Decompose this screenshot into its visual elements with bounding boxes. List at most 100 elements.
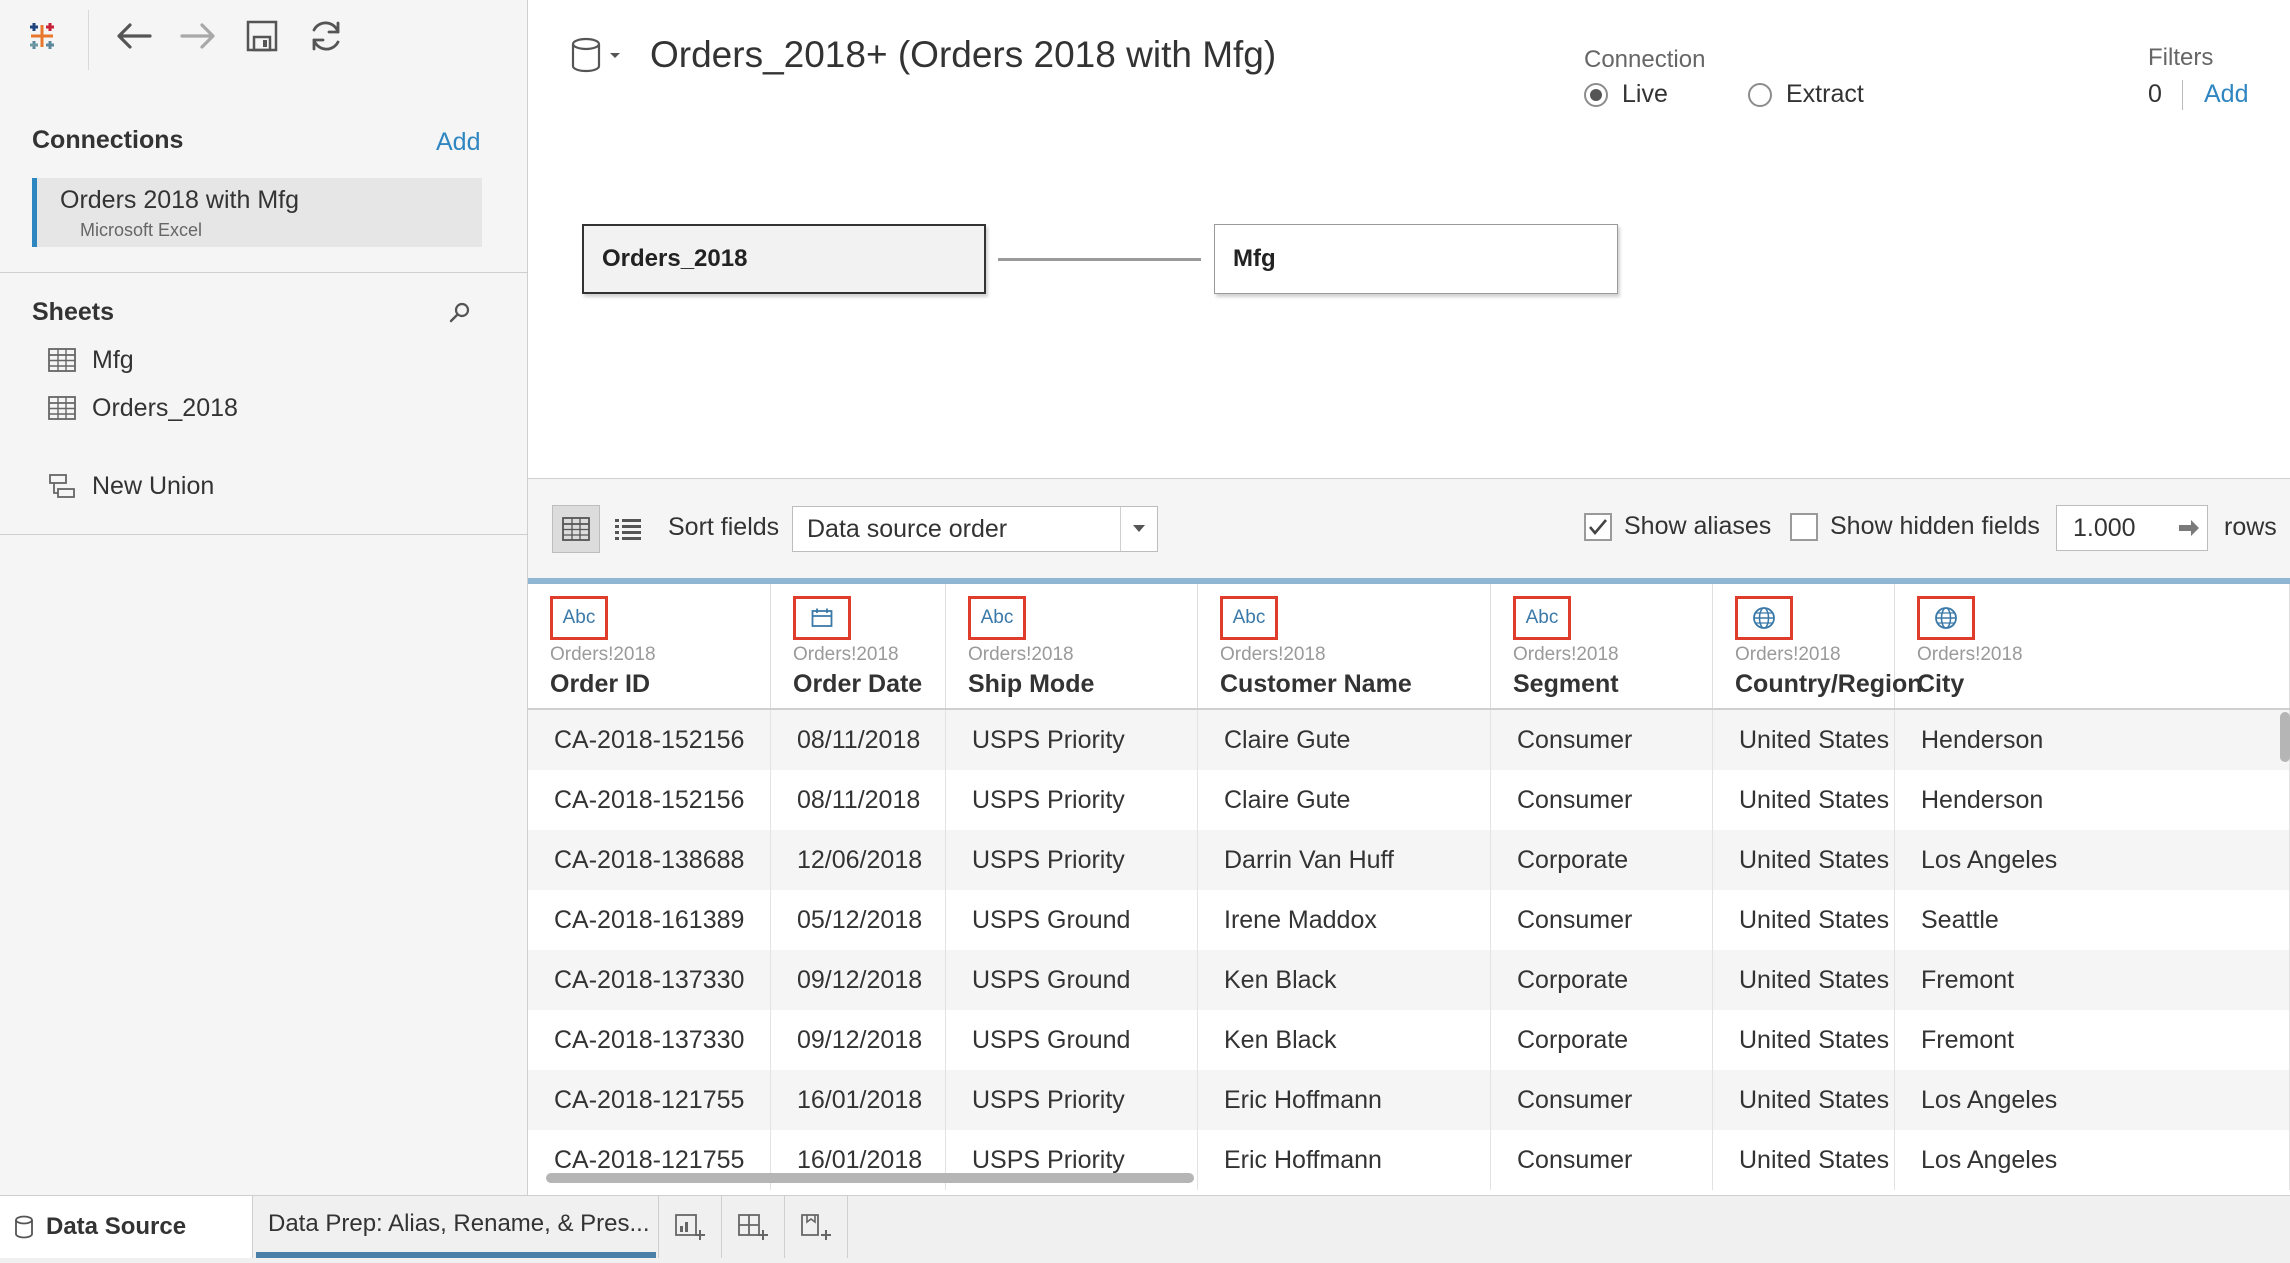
save-icon[interactable] [236,10,288,62]
rows-input[interactable]: 1.000 [2056,505,2208,551]
column-name: Ship Mode [968,670,1095,698]
column-header-order-id[interactable]: Abc Orders!2018 Order ID [528,584,771,714]
cell-city: Henderson [1895,710,2290,770]
datasource-title[interactable]: Orders_2018+ (Orders 2018 with Mfg) [650,34,1276,76]
cell-segment: Consumer [1491,710,1713,770]
new-story-icon [801,1214,831,1240]
new-union-item[interactable]: New Union [48,466,214,506]
table-row: CA-2018-137330 09/12/2018 USPS Ground Ken B… [528,950,2290,1010]
cell-city: Seattle [1895,890,2290,950]
cell-order-date: 05/12/2018 [771,890,946,950]
filters-count: 0 [2148,80,2162,108]
column-header-segment[interactable]: Abc Orders!2018 Segment [1491,584,1713,714]
rows-label: rows [2224,513,2277,541]
add-connection-link[interactable]: Add [436,128,480,157]
geographic-type-icon[interactable] [1735,596,1793,640]
new-story-button[interactable] [784,1196,848,1258]
show-aliases-label: Show aliases [1624,512,1772,540]
column-name: Order ID [550,670,651,698]
sort-fields-select[interactable]: Data source order [792,506,1158,552]
sheet-item-mfg[interactable]: Mfg [48,340,134,380]
cell-ship-mode: USPS Priority [946,770,1198,830]
geographic-type-icon[interactable] [1917,596,1975,640]
cell-country-region: United States [1713,770,1895,830]
cell-segment: Consumer [1491,1070,1713,1130]
horizontal-scrollbar[interactable] [546,1173,1194,1183]
grid-view-button[interactable] [552,505,600,553]
cell-order-id: CA-2018-137330 [528,950,771,1010]
new-dashboard-button[interactable] [721,1196,784,1258]
table-mfg[interactable]: Mfg [1214,224,1618,294]
column-header-order-date[interactable]: Orders!2018 Order Date [771,584,946,714]
cell-country-region: United States [1713,1070,1895,1130]
column-source: Orders!2018 [1513,644,1619,665]
column-name: Order Date [793,670,923,698]
checkbox-unchecked-icon [1790,512,1818,541]
column-header-city[interactable]: Orders!2018 City [1895,584,2290,714]
grid-toolbar: Sort fields Data source order Show alias… [528,478,2290,579]
tableau-logo-icon[interactable] [16,10,68,62]
sheet-item-orders-2018[interactable]: Orders_2018 [48,388,238,428]
column-header-customer-name[interactable]: Abc Orders!2018 Customer Name [1198,584,1491,714]
refresh-icon[interactable] [300,10,352,62]
cell-customer-name: Eric Hoffmann [1198,1070,1491,1130]
cell-segment: Corporate [1491,1010,1713,1070]
forward-arrow-icon[interactable] [172,10,224,62]
cell-ship-mode: USPS Ground [946,1010,1198,1070]
string-type-icon[interactable]: Abc [968,596,1026,640]
cell-ship-mode: USPS Priority [946,830,1198,890]
cell-order-date: 12/06/2018 [771,830,946,890]
apply-arrow-icon[interactable] [2177,516,2201,547]
type-label: Abc [562,607,596,628]
cell-customer-name: Irene Maddox [1198,890,1491,950]
string-type-icon[interactable]: Abc [550,596,608,640]
filters-separator [2182,80,2183,110]
tab-data-source[interactable]: Data Source [0,1196,253,1258]
cell-city: Los Angeles [1895,830,2290,890]
cell-country-region: United States [1713,1130,1895,1190]
cell-order-id: CA-2018-161389 [528,890,771,950]
data-grid: Abc Orders!2018 Order ID Orders!2018 Order D… [528,578,2290,1195]
show-aliases-checkbox[interactable]: Show aliases [1584,512,1771,541]
add-filter-link[interactable]: Add [2204,80,2248,109]
sort-fields-label: Sort fields [668,513,780,541]
cell-country-region: United States [1713,1010,1895,1070]
tab-sheet[interactable]: Data Prep: Alias, Rename, & Pres... [256,1196,656,1258]
relationship-line[interactable] [998,258,1201,261]
radio-selected-icon [1584,82,1608,107]
vertical-scrollbar[interactable] [2280,712,2290,762]
divider [0,534,527,535]
table-row: CA-2018-121755 16/01/2018 USPS Priority Eri… [528,1070,2290,1130]
string-type-icon[interactable]: Abc [1220,596,1278,640]
column-header-ship-mode[interactable]: Abc Orders!2018 Ship Mode [946,584,1198,714]
table-orders-2018[interactable]: Orders_2018 [582,224,986,294]
sheet-search-icon[interactable] [448,300,472,329]
datasource-dropdown[interactable] [568,36,624,81]
date-type-icon[interactable] [793,596,851,640]
grid-view-icon [562,517,590,541]
sort-fields-value: Data source order [807,514,1008,543]
cell-order-date: 09/12/2018 [771,1010,946,1070]
new-worksheet-button[interactable] [658,1196,721,1258]
show-hidden-fields-checkbox[interactable]: Show hidden fields [1790,512,2040,541]
cell-order-date: 16/01/2018 [771,1070,946,1130]
string-type-icon[interactable]: Abc [1513,596,1571,640]
connections-title: Connections [32,126,184,154]
cell-order-id: CA-2018-152156 [528,710,771,770]
live-radio[interactable]: Live [1584,80,1668,109]
cell-order-date: 09/12/2018 [771,950,946,1010]
column-source: Orders!2018 [1220,644,1326,665]
connection-item[interactable]: Orders 2018 with Mfg Microsoft Excel [32,178,482,247]
list-view-button[interactable] [604,505,652,553]
connection-label: Connection [1584,46,1706,73]
cell-city: Los Angeles [1895,1130,2290,1190]
back-arrow-icon[interactable] [108,10,160,62]
extract-label: Extract [1786,80,1864,108]
cell-order-id: CA-2018-152156 [528,770,771,830]
column-name: Segment [1513,670,1619,698]
divider [0,272,527,273]
toolbar-separator [88,10,89,70]
extract-radio[interactable]: Extract [1748,80,1864,109]
cell-segment: Corporate [1491,950,1713,1010]
column-header-country-region[interactable]: Orders!2018 Country/Region [1713,584,1923,714]
